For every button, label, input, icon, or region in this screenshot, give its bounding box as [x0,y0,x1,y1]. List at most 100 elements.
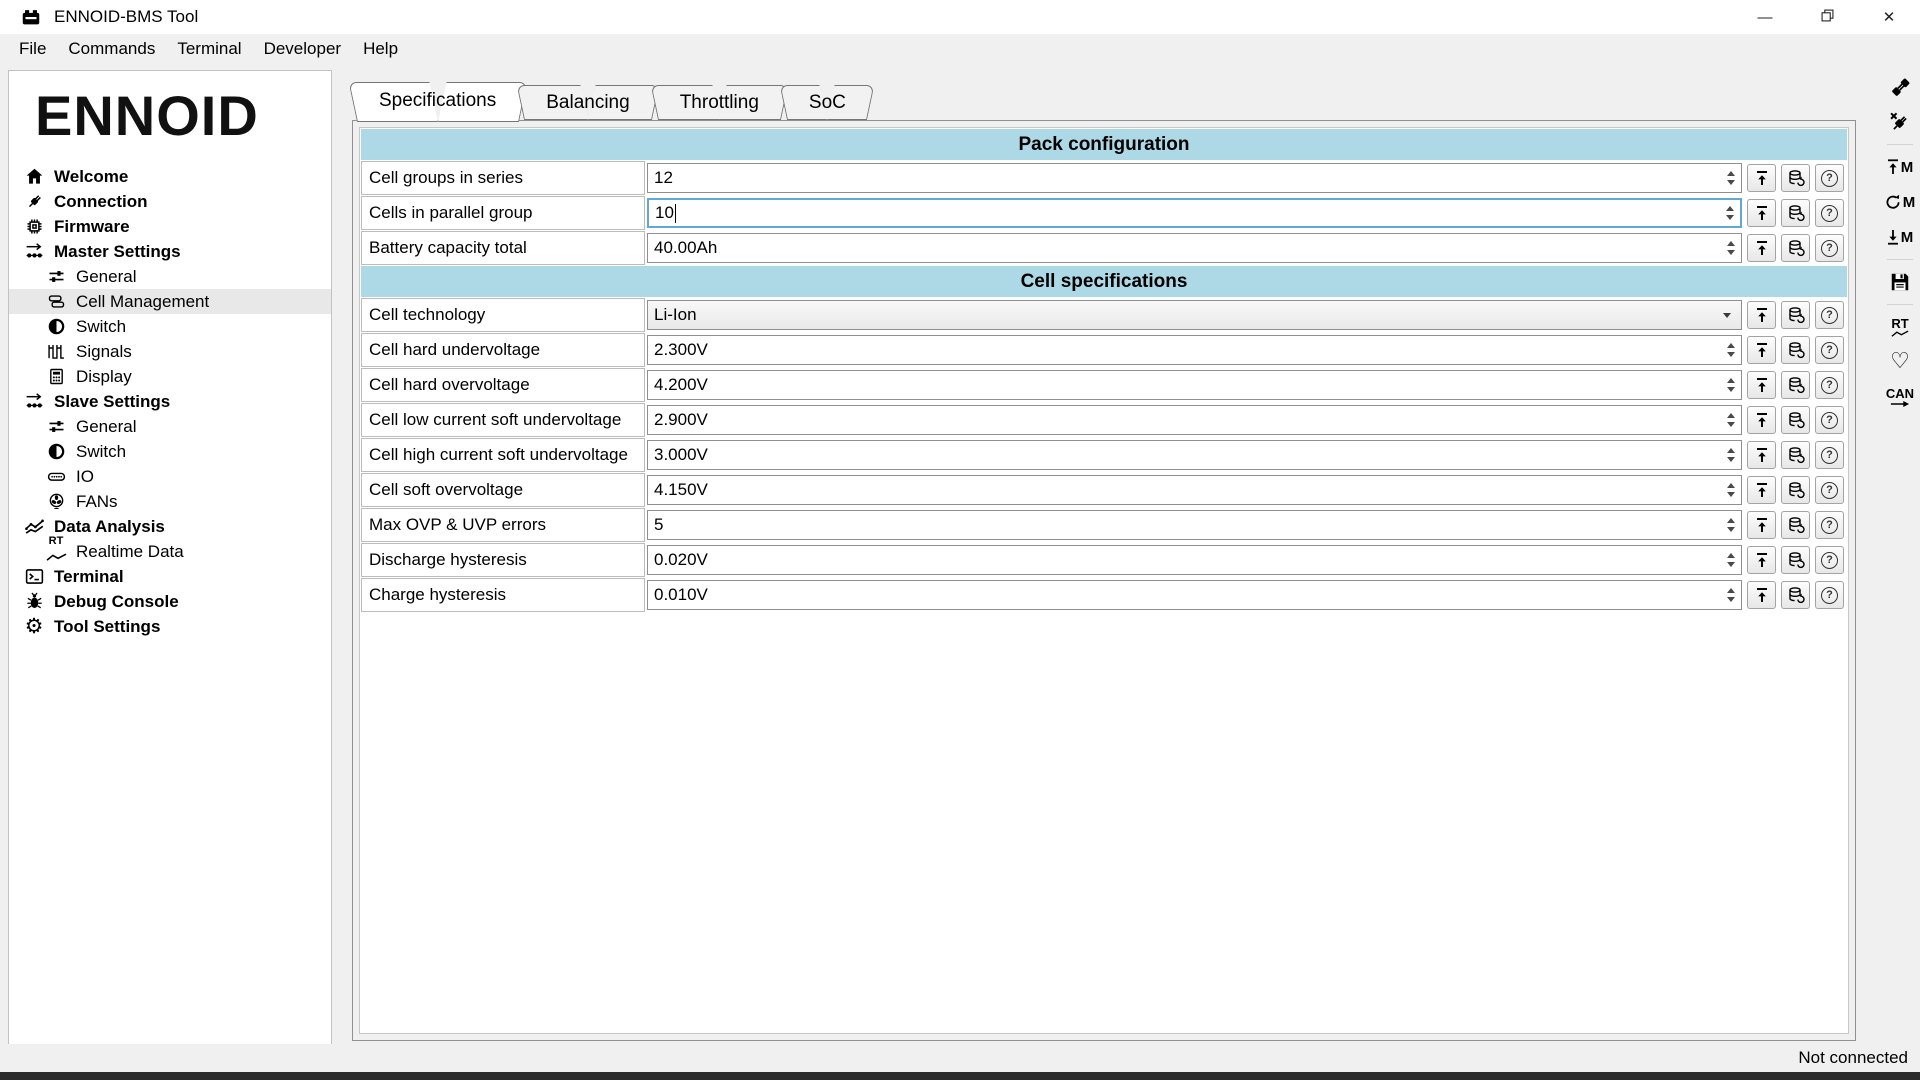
spin-up-icon[interactable] [1727,171,1735,176]
spin-down-icon[interactable] [1727,457,1735,462]
write-master-button[interactable]: M [1887,154,1914,180]
spin-down-icon[interactable] [1727,180,1735,185]
sidebar-item-tool-settings[interactable]: ⚙Tool Settings [9,614,331,639]
sidebar-item-debug-console[interactable]: Debug Console [9,589,331,614]
upload-button[interactable] [1747,546,1776,574]
spin-down-icon[interactable] [1727,562,1735,567]
spin-up-icon[interactable] [1727,588,1735,593]
db-refresh-button[interactable] [1781,336,1810,364]
help-button[interactable]: ? [1815,234,1844,262]
spinner[interactable] [1721,581,1741,609]
spinner[interactable] [1721,371,1741,399]
sidebar-item-slave-settings[interactable]: Slave Settings [9,389,331,414]
db-refresh-button[interactable] [1781,234,1810,262]
cell-technology-combobox[interactable]: Li-Ion [647,300,1742,330]
upload-button[interactable] [1747,441,1776,469]
sidebar-item-master-settings[interactable]: Master Settings [9,239,331,264]
favorites-button[interactable]: ♡ [1890,349,1910,375]
realtime-button[interactable]: RT [1891,314,1909,340]
menu-developer[interactable]: Developer [253,36,353,62]
spinner[interactable] [1721,546,1741,574]
db-refresh-button[interactable] [1781,164,1810,192]
help-button[interactable]: ? [1815,336,1844,364]
sidebar-item-signals[interactable]: Signals [9,339,331,364]
sidebar-item-slave-switch[interactable]: Switch [9,439,331,464]
read-master-button[interactable]: M [1887,224,1914,250]
cell-groups-in-series-input[interactable]: 12 [647,163,1742,193]
connect-button[interactable] [1888,74,1913,100]
can-button[interactable]: CAN [1886,384,1914,410]
cell-high-current-soft-undervoltage-input[interactable]: 3.000V [647,440,1742,470]
minimize-button[interactable]: — [1734,0,1796,34]
close-button[interactable]: ✕ [1858,0,1920,34]
spin-up-icon[interactable] [1726,206,1734,211]
menu-help[interactable]: Help [352,36,409,62]
help-button[interactable]: ? [1815,406,1844,434]
charge-hysteresis-input[interactable]: 0.010V [647,580,1742,610]
cell-hard-undervoltage-input[interactable]: 2.300V [647,335,1742,365]
upload-button[interactable] [1747,581,1776,609]
db-refresh-button[interactable] [1781,511,1810,539]
db-refresh-button[interactable] [1781,546,1810,574]
spinner[interactable] [1721,234,1741,262]
help-button[interactable]: ? [1815,546,1844,574]
help-button[interactable]: ? [1815,476,1844,504]
spinner[interactable] [1721,336,1741,364]
max-ovp-uvp-errors-input[interactable]: 5 [647,510,1742,540]
spinner[interactable] [1721,164,1741,192]
upload-button[interactable] [1747,199,1776,227]
upload-button[interactable] [1747,234,1776,262]
db-refresh-button[interactable] [1781,476,1810,504]
spinner[interactable] [1721,406,1741,434]
spinner[interactable] [1721,511,1741,539]
spin-up-icon[interactable] [1727,448,1735,453]
sidebar-item-io[interactable]: IO [9,464,331,489]
upload-button[interactable] [1747,406,1776,434]
help-button[interactable]: ? [1815,371,1844,399]
spin-down-icon[interactable] [1727,422,1735,427]
sidebar-item-terminal[interactable]: Terminal [9,564,331,589]
discharge-hysteresis-input[interactable]: 0.020V [647,545,1742,575]
upload-button[interactable] [1747,371,1776,399]
spin-up-icon[interactable] [1727,518,1735,523]
sidebar-item-realtime-data[interactable]: RTRealtime Data [9,539,331,564]
spin-down-icon[interactable] [1727,250,1735,255]
sidebar-item-fans[interactable]: FANs [9,489,331,514]
help-button[interactable]: ? [1815,511,1844,539]
spin-up-icon[interactable] [1727,413,1735,418]
db-refresh-button[interactable] [1781,441,1810,469]
cells-in-parallel-group-input[interactable]: 10 [647,198,1742,228]
sidebar-item-slave-general[interactable]: General [9,414,331,439]
tab-specifications[interactable]: Specifications [365,82,510,120]
cell-hard-overvoltage-input[interactable]: 4.200V [647,370,1742,400]
upload-button[interactable] [1747,164,1776,192]
maximize-button[interactable] [1796,0,1858,34]
spin-down-icon[interactable] [1727,352,1735,357]
spin-down-icon[interactable] [1727,387,1735,392]
upload-button[interactable] [1747,476,1776,504]
cell-soft-overvoltage-input[interactable]: 4.150V [647,475,1742,505]
help-button[interactable]: ? [1815,199,1844,227]
spinner[interactable] [1721,476,1741,504]
sidebar-item-cell-management[interactable]: Cell Management [9,289,331,314]
sidebar-item-master-switch[interactable]: Switch [9,314,331,339]
db-refresh-button[interactable] [1781,301,1810,329]
save-button[interactable] [1889,269,1911,295]
cell-low-current-soft-undervoltage-input[interactable]: 2.900V [647,405,1742,435]
tab-soc[interactable]: SoC [795,85,860,120]
sidebar-item-master-general[interactable]: General [9,264,331,289]
spinner[interactable] [1720,200,1740,226]
help-button[interactable]: ? [1815,581,1844,609]
spin-up-icon[interactable] [1727,553,1735,558]
spin-up-icon[interactable] [1727,483,1735,488]
reload-master-button[interactable]: M [1885,189,1916,215]
tab-balancing[interactable]: Balancing [532,85,643,120]
spin-up-icon[interactable] [1727,378,1735,383]
db-refresh-button[interactable] [1781,371,1810,399]
sidebar-item-firmware[interactable]: Firmware [9,214,331,239]
spin-down-icon[interactable] [1727,492,1735,497]
menu-file[interactable]: File [8,36,57,62]
db-refresh-button[interactable] [1781,581,1810,609]
spin-down-icon[interactable] [1727,527,1735,532]
upload-button[interactable] [1747,301,1776,329]
